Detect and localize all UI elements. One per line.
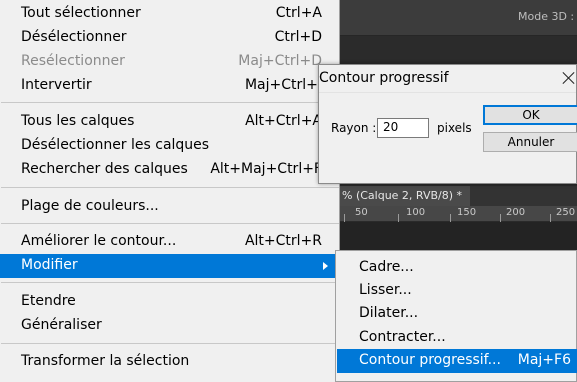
document-tab[interactable]: % (Calque 2, RVB/8) * <box>340 186 471 206</box>
feather-dialog: Contour progressif Rayon : 20 pixels OK … <box>318 64 577 184</box>
menu-separator <box>1 282 339 283</box>
menu-separator <box>1 102 339 103</box>
submenu-item-expand[interactable]: Dilater... <box>337 302 577 326</box>
ruler-label: 150 <box>457 207 477 218</box>
menu-item-color-range[interactable]: Plage de couleurs... <box>0 195 339 219</box>
menu-item-refine-edge[interactable]: Améliorer le contour... Alt+Ctrl+R <box>0 230 339 254</box>
menu-item-modify[interactable]: Modifier <box>0 254 339 278</box>
document-tab-bar: % (Calque 2, RVB/8) * <box>340 186 577 206</box>
menu-separator <box>1 343 339 344</box>
radius-label: Rayon : <box>331 121 377 135</box>
submenu-item-smooth[interactable]: Lisser... <box>337 279 577 303</box>
close-icon[interactable] <box>560 69 577 87</box>
ruler-label: 50 <box>355 207 368 218</box>
dialog-title: Contour progressif <box>319 70 449 86</box>
submenu-item-feather[interactable]: Contour progressif... Maj+F6 <box>337 349 577 373</box>
submenu-item-border[interactable]: Cadre... <box>337 256 577 280</box>
menu-item-deselect-layers[interactable]: Désélectionner les calques <box>0 134 339 158</box>
menu-item-find-layers[interactable]: Rechercher des calques Alt+Maj+Ctrl+F <box>0 158 339 182</box>
menu-item-deselect[interactable]: Désélectionner Ctrl+D <box>0 26 339 50</box>
ruler-label: 200 <box>506 207 526 218</box>
menu-item-inverse[interactable]: Intervertir Maj+Ctrl+I <box>0 74 339 98</box>
mode-3d-label: Mode 3D : <box>518 10 575 23</box>
submenu-item-contract[interactable]: Contracter... <box>337 326 577 350</box>
ruler-label: 250 <box>556 207 576 218</box>
menu-separator <box>1 223 339 224</box>
select-menu: Tout sélectionner Ctrl+A Désélectionner Ct… <box>0 0 340 382</box>
menu-item-grow[interactable]: Etendre <box>0 290 339 314</box>
submenu-arrow-icon <box>323 262 328 270</box>
menu-item-similar[interactable]: Généraliser <box>0 314 339 338</box>
horizontal-ruler: 50 100 150 200 250 <box>340 206 577 222</box>
ruler-label: 100 <box>406 207 426 218</box>
modify-submenu: Cadre... Lisser... Dilater... Contracter… <box>335 250 577 382</box>
menu-item-select-all[interactable]: Tout sélectionner Ctrl+A <box>0 2 339 26</box>
cancel-button[interactable]: Annuler <box>483 132 577 152</box>
menu-separator <box>1 187 339 188</box>
menu-item-transform-selection[interactable]: Transformer la sélection <box>0 350 339 374</box>
radius-unit-label: pixels <box>437 121 472 135</box>
ok-button[interactable]: OK <box>483 105 577 125</box>
menu-item-reselect: Resélectionner Maj+Ctrl+D <box>21 53 322 69</box>
radius-input[interactable]: 20 <box>377 118 429 138</box>
menu-item-all-layers[interactable]: Tous les calques Alt+Ctrl+A <box>0 110 339 134</box>
